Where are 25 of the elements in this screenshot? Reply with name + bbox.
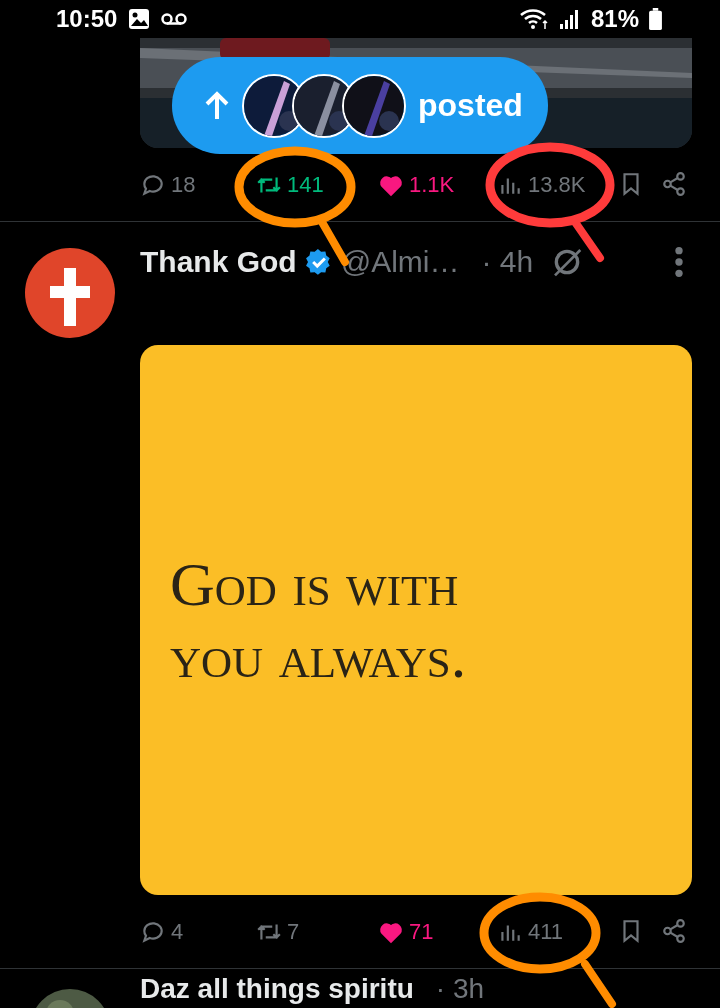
gallery-icon: [127, 7, 152, 31]
author-name[interactable]: Thank God: [140, 245, 297, 279]
post-time: · 3h: [435, 973, 485, 1005]
grok-icon[interactable]: [551, 246, 584, 278]
like-button[interactable]: 1.1K: [378, 171, 455, 198]
battery-percent: 81%: [590, 5, 639, 33]
author-name[interactable]: Daz all things spiritu: [140, 973, 414, 1005]
wifi-icon: [518, 7, 549, 31]
reply-button[interactable]: 4: [140, 918, 184, 945]
repost-button[interactable]: 141: [256, 171, 324, 198]
cross-avatar[interactable]: [25, 248, 115, 338]
voicemail-icon: [161, 12, 188, 26]
views-button[interactable]: 411: [497, 918, 564, 945]
more-options-icon[interactable]: [672, 245, 686, 279]
share-icon[interactable]: [661, 917, 687, 944]
reply-button[interactable]: 18: [140, 171, 196, 198]
share-icon[interactable]: [661, 170, 687, 197]
clock-time: 10:50: [56, 5, 118, 33]
post-time: · 4h: [481, 245, 534, 279]
repost-button[interactable]: 7: [256, 918, 300, 945]
card-text: God is with you always.: [170, 549, 468, 692]
like-button[interactable]: 71: [378, 918, 434, 945]
battery-icon: [649, 8, 662, 30]
author-handle[interactable]: @Almi…: [340, 245, 460, 279]
signal-icon: [558, 8, 581, 30]
